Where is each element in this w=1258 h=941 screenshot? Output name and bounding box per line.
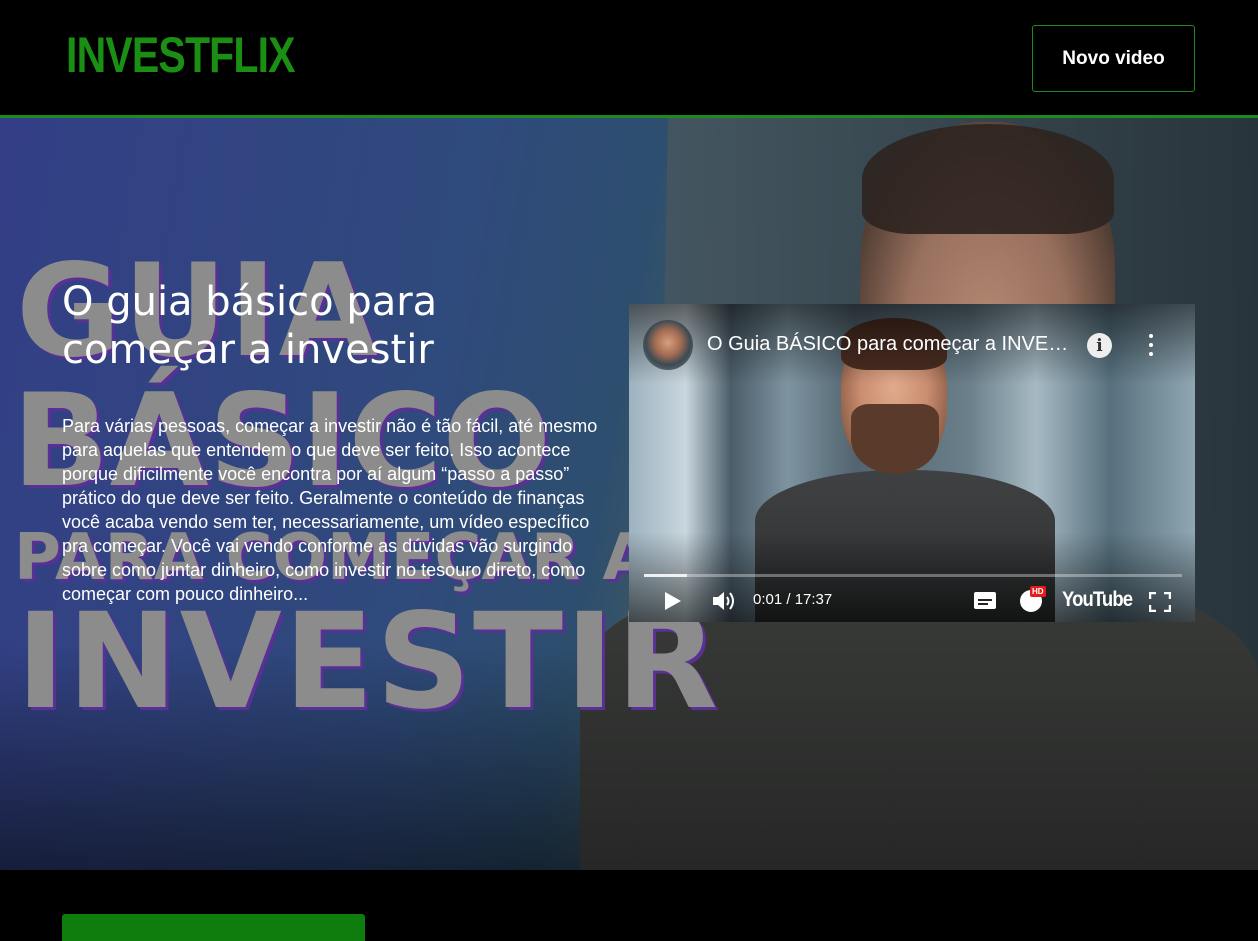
banner-person-hair bbox=[862, 124, 1114, 234]
new-video-button[interactable]: Novo video bbox=[1032, 25, 1195, 92]
logo[interactable]: INVESTFLIX bbox=[66, 28, 296, 82]
youtube-logo[interactable]: YouTube bbox=[1062, 588, 1133, 612]
header: INVESTFLIX Novo video bbox=[0, 0, 1258, 118]
hd-badge: HD bbox=[1030, 586, 1046, 597]
channel-avatar[interactable] bbox=[643, 320, 693, 370]
info-icon[interactable]: i bbox=[1087, 333, 1112, 358]
video-time: 0:01 / 17:37 bbox=[753, 591, 833, 608]
bottom-section bbox=[0, 870, 1258, 941]
video-description: Para várias pessoas, começar a investir … bbox=[62, 416, 598, 604]
subtitles-icon[interactable] bbox=[974, 592, 996, 609]
fullscreen-icon[interactable] bbox=[1149, 592, 1171, 612]
video-title[interactable]: O Guia BÁSICO para começar a INVESTIR bbox=[707, 332, 1079, 356]
video-controls: 0:01 / 17:37 HD YouTube bbox=[629, 586, 1195, 614]
page-title: O guia básico para começar a investir bbox=[62, 279, 438, 373]
category-header-bar bbox=[62, 914, 365, 941]
volume-icon[interactable] bbox=[711, 589, 737, 613]
play-icon[interactable] bbox=[665, 592, 681, 610]
banner: GUIA BÁSICO PARA COMEÇAR A INVESTIR O gu… bbox=[0, 118, 1258, 870]
video-progress-bar[interactable] bbox=[644, 574, 1182, 577]
video-person-beard bbox=[851, 404, 939, 474]
background-word: INVESTIR bbox=[16, 585, 720, 739]
more-options-icon[interactable] bbox=[1141, 332, 1161, 358]
video-progress-fill bbox=[644, 574, 688, 577]
video-player[interactable]: O Guia BÁSICO para começar a INVESTIR i … bbox=[629, 304, 1195, 622]
